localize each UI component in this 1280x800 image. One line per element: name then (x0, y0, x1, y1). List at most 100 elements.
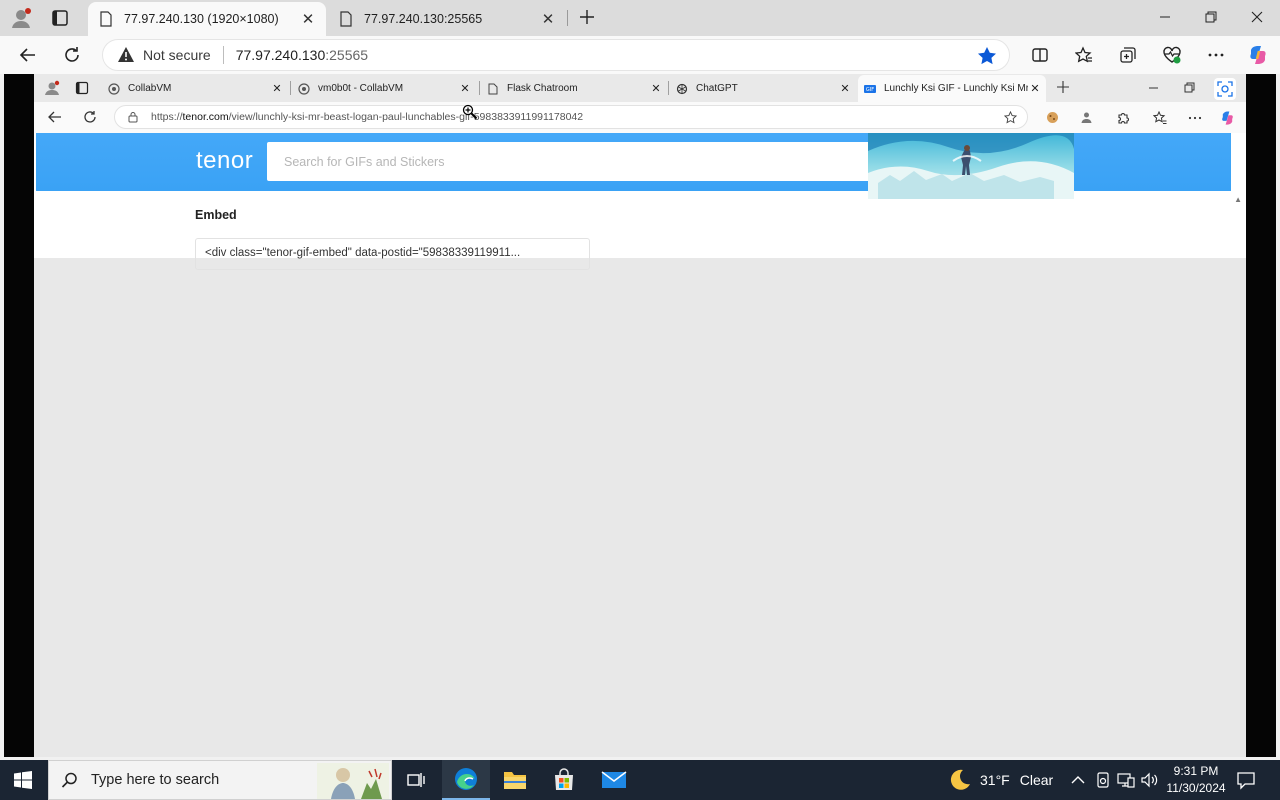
extension-cookie-button[interactable] (1045, 110, 1060, 125)
visual-search-icon (1217, 81, 1233, 97)
extension-person-icon (1081, 112, 1092, 123)
search-highlight-illustration[interactable] (317, 763, 389, 799)
close-tab-icon[interactable]: ✕ (538, 9, 558, 29)
back-button[interactable] (14, 41, 42, 69)
refresh-button[interactable] (83, 110, 97, 129)
page-icon (488, 83, 498, 94)
vm-tab-vm0b0t[interactable]: vm0b0t - CollabVM ✕ (292, 75, 476, 102)
tab-actions-icon[interactable] (50, 8, 70, 28)
collabvm-icon (298, 82, 310, 95)
tab-divider (668, 81, 669, 95)
close-tab-icon[interactable]: ✕ (649, 82, 663, 96)
url-text[interactable]: 77.97.240.130:25565 (236, 47, 368, 63)
copilot-button[interactable] (1220, 110, 1235, 125)
close-icon (1251, 11, 1263, 23)
task-view-button[interactable] (392, 760, 440, 800)
embed-code-field[interactable]: <div class="tenor-gif-embed" data-postid… (195, 238, 590, 270)
weather-widget[interactable]: 31°F Clear (948, 768, 1053, 792)
favorites-button[interactable] (1152, 110, 1167, 125)
address-bar[interactable]: https://tenor.com/view/lunchly-ksi-mr-be… (114, 105, 1028, 129)
extensions-button[interactable] (1115, 110, 1130, 125)
settings-more-button[interactable] (1205, 44, 1227, 66)
settings-more-button[interactable] (1187, 110, 1202, 125)
tab-title: ChatGPT (696, 83, 738, 94)
vm-tab-flask-chatroom[interactable]: Flask Chatroom ✕ (481, 75, 667, 102)
outer-tab-vm-screen[interactable]: 77.97.240.130 (1920×1080) ✕ (88, 2, 326, 36)
taskbar-clock[interactable]: 9:31 PM 11/30/2024 (1160, 763, 1232, 797)
new-tab-button[interactable] (576, 6, 598, 28)
meet-now-button[interactable] (1094, 771, 1112, 789)
chevron-up-icon (1071, 776, 1085, 784)
tab-title: Lunchly Ksi GIF - Lunchly Ksi Mr B (884, 83, 1028, 94)
close-tab-icon[interactable]: ✕ (838, 82, 852, 96)
windows-start-icon[interactable] (14, 771, 32, 789)
clock-date: 11/30/2024 (1166, 781, 1226, 795)
url-host: 77.97.240.130 (235, 47, 326, 63)
tab-title: vm0b0t - CollabVM (318, 83, 404, 94)
url-port: :25565 (325, 47, 369, 63)
close-window-button[interactable] (1234, 0, 1280, 34)
close-tab-icon[interactable]: ✕ (298, 9, 318, 29)
vm-tab-collabvm[interactable]: CollabVM ✕ (102, 75, 288, 102)
gif-preview-image[interactable] (868, 133, 1074, 199)
taskbar-mail-button[interactable] (590, 760, 638, 800)
warning-icon[interactable] (117, 46, 135, 64)
volume-button[interactable] (1141, 771, 1159, 789)
search-placeholder: Search for GIFs and Stickers (284, 154, 445, 169)
collections-button[interactable] (1117, 44, 1139, 66)
copilot-button[interactable] (1247, 44, 1269, 66)
security-label[interactable]: Not secure (143, 47, 211, 63)
vm-tab-lunchly-gif[interactable]: GIF Lunchly Ksi GIF - Lunchly Ksi Mr B ✕ (858, 75, 1046, 102)
visual-search-button[interactable] (1214, 78, 1236, 100)
tab-divider (567, 10, 568, 26)
minimize-button[interactable] (1142, 0, 1188, 34)
profile-icon[interactable] (10, 7, 32, 29)
split-screen-icon (1032, 48, 1048, 62)
vm-tab-chatgpt[interactable]: ChatGPT ✕ (670, 75, 856, 102)
vm-tab-bar: CollabVM ✕ vm0b0t - CollabVM ✕ Flask Cha… (34, 74, 1246, 102)
taskbar-search-box[interactable]: Type here to search (48, 760, 392, 800)
split-screen-button[interactable] (1029, 44, 1051, 66)
vm-screen[interactable]: CollabVM ✕ vm0b0t - CollabVM ✕ Flask Cha… (34, 74, 1246, 757)
gif-icon: GIF (864, 84, 876, 93)
close-tab-icon[interactable]: ✕ (270, 82, 284, 96)
show-hidden-icons-button[interactable] (1069, 771, 1087, 789)
restore-button[interactable] (1184, 81, 1196, 99)
close-tab-icon[interactable]: ✕ (1028, 82, 1042, 96)
weather-condition: Clear (1019, 772, 1054, 788)
favorites-button[interactable] (1073, 44, 1095, 66)
new-tab-button[interactable] (1056, 80, 1072, 96)
plus-icon (580, 10, 594, 24)
address-divider (222, 46, 224, 64)
mail-icon (601, 771, 627, 788)
back-button[interactable] (48, 110, 62, 129)
favorite-star-icon[interactable] (1004, 111, 1017, 124)
browser-essentials-button[interactable] (1161, 44, 1183, 66)
tab-divider (479, 81, 480, 95)
tab-actions-icon[interactable] (75, 81, 89, 95)
url-domain: tenor.com (182, 111, 229, 123)
taskbar-edge-button[interactable] (442, 760, 490, 800)
minimize-button[interactable] (1148, 81, 1160, 99)
taskbar-file-explorer-button[interactable] (491, 760, 539, 800)
plus-icon (1057, 81, 1069, 93)
favorite-star-icon[interactable] (977, 46, 997, 66)
extension-button[interactable] (1079, 110, 1094, 125)
outer-tab-port[interactable]: 77.97.240.130:25565 ✕ (328, 2, 566, 36)
lock-icon[interactable] (127, 111, 139, 123)
outer-tab-bar: 77.97.240.130 (1920×1080) ✕ 77.97.240.13… (0, 0, 1280, 36)
refresh-button[interactable] (58, 41, 86, 69)
outer-toolbar: Not secure 77.97.240.130:25565 (0, 36, 1280, 74)
page-icon (100, 11, 112, 27)
minimize-icon (1160, 16, 1170, 18)
restore-button[interactable] (1188, 0, 1234, 34)
profile-icon[interactable] (44, 80, 60, 96)
close-tab-icon[interactable]: ✕ (458, 82, 472, 96)
tenor-logo[interactable]: tenor (196, 147, 253, 175)
address-bar[interactable]: Not secure 77.97.240.130:25565 (102, 39, 1010, 71)
taskbar-store-button[interactable] (540, 760, 588, 800)
network-button[interactable] (1117, 771, 1135, 789)
url-text[interactable]: https://tenor.com/view/lunchly-ksi-mr-be… (151, 111, 583, 123)
scroll-up-arrow[interactable]: ▲ (1234, 195, 1242, 204)
notification-center-icon[interactable] (1236, 770, 1256, 790)
